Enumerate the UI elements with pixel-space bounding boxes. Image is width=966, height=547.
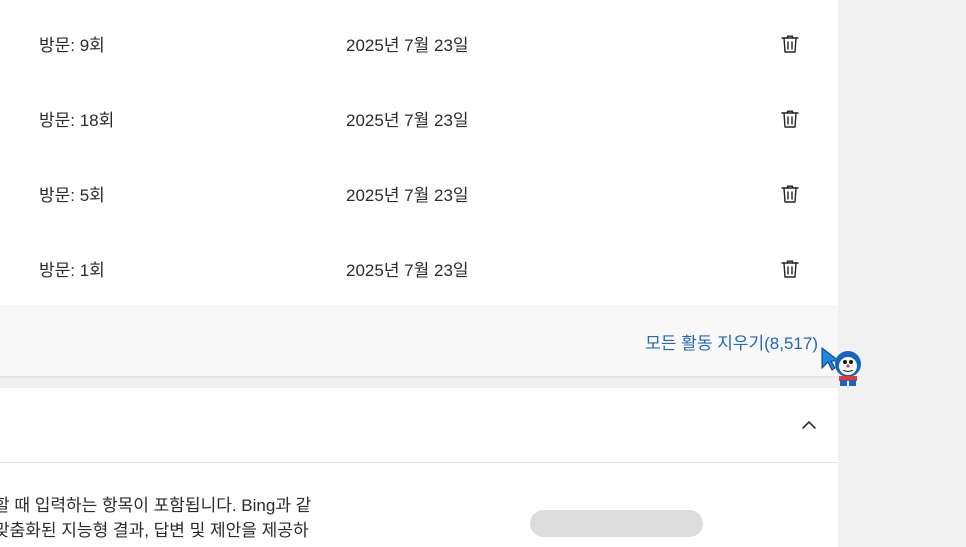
mascot-cursor-icon [820,342,866,388]
visit-count: 방문: 5회 [39,186,105,205]
description-line: 맞춤화된 지능형 결과, 답변 및 제안을 제공하 [0,521,309,540]
visit-date: 2025년 7월 23일 [346,186,469,205]
section-card: 할 때 입력하는 항목이 포함됩니다. Bing과 같 맞춤화된 지능형 결과,… [0,388,838,547]
trash-icon[interactable] [778,32,802,56]
history-list: 방문: 9회 2025년 7월 23일 방문: 18회 2025년 7월 23일 [0,0,838,306]
history-row[interactable]: 방문: 1회 2025년 7월 23일 [0,231,838,306]
visit-date: 2025년 7월 23일 [346,111,469,130]
loading-placeholder [530,510,703,537]
trash-icon[interactable] [778,257,802,281]
description-line: 할 때 입력하는 항목이 포함됩니다. Bing과 같 [0,496,312,515]
history-row[interactable]: 방문: 18회 2025년 7월 23일 [0,81,838,156]
section-header[interactable] [0,388,838,463]
trash-icon[interactable] [778,107,802,131]
visit-count: 방문: 1회 [39,261,105,280]
page: 방문: 9회 2025년 7월 23일 방문: 18회 2025년 7월 23일 [0,0,966,547]
visit-date: 2025년 7월 23일 [346,261,469,280]
history-card: 방문: 9회 2025년 7월 23일 방문: 18회 2025년 7월 23일 [0,0,838,376]
history-footer: 모든 활동 지우기(8,517) [0,306,838,376]
visit-count: 방문: 18회 [39,111,115,130]
trash-icon[interactable] [778,182,802,206]
visit-count: 방문: 9회 [39,36,105,55]
right-gutter [838,0,966,547]
history-row[interactable]: 방문: 5회 2025년 7월 23일 [0,156,838,231]
chevron-up-icon[interactable] [796,414,822,436]
visit-date: 2025년 7월 23일 [346,36,469,55]
section-description: 할 때 입력하는 항목이 포함됩니다. Bing과 같 맞춤화된 지능형 결과,… [0,493,354,543]
history-row[interactable]: 방문: 9회 2025년 7월 23일 [0,6,838,81]
clear-all-activity-link[interactable]: 모든 활동 지우기(8,517) [645,329,818,354]
